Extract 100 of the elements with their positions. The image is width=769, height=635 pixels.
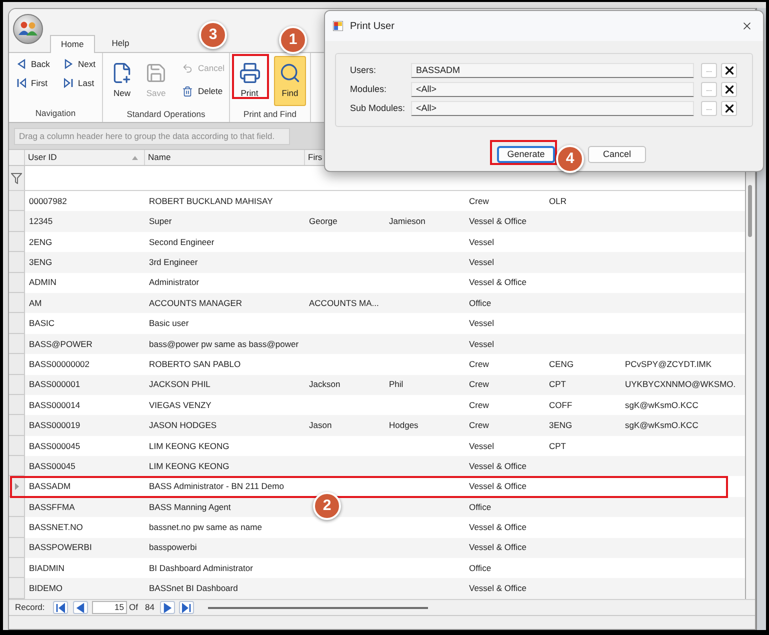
dialog-button[interactable]: Cancel (588, 146, 646, 163)
clear-button[interactable] (721, 101, 737, 116)
clear-button[interactable] (721, 82, 737, 97)
table-row[interactable]: ADMIN Administrator Vessel & Office (9, 272, 745, 293)
dialog-button[interactable]: Generate (497, 146, 555, 163)
row-indicator[interactable] (9, 456, 25, 476)
scrollbar-thumb[interactable] (748, 185, 752, 237)
record-total: 84 (144, 601, 154, 614)
ribbon-button[interactable]: Delete (180, 82, 226, 100)
table-cell: BIDEMO (29, 582, 63, 595)
table-cell: COFF (549, 398, 572, 412)
x-mark-icon (722, 83, 736, 96)
nav-button[interactable] (160, 601, 176, 614)
table-cell: 2ENG (29, 236, 52, 248)
table-cell: ROBERTO SAN PABLO (149, 358, 241, 371)
input-field[interactable]: <All> (411, 101, 694, 116)
column-header[interactable]: Firs (305, 150, 324, 165)
table-cell: Vessel (469, 338, 494, 350)
table-cell: Crew (469, 378, 489, 392)
undo-icon (182, 62, 193, 74)
table-row[interactable]: 00007982 ROBERT BUCKLAND MAHISAY Crew OLR (9, 191, 745, 212)
horizontal-scrollbar[interactable] (208, 606, 428, 608)
table-row[interactable]: BIADMIN BI Dashboard Administrator Office (9, 558, 745, 578)
table-cell: JASON HODGES (149, 419, 217, 432)
table-row[interactable]: BASSPOWERBI basspowerbi Vessel & Office (9, 538, 745, 558)
table-row[interactable]: BASS000019 JASON HODGES Jason Hodges Crew 3ENG sgK@wKsmO.KCC (9, 415, 745, 436)
input-field[interactable]: BASSADM (411, 63, 694, 78)
column-header[interactable]: User ID (25, 150, 144, 165)
ribbon-button[interactable]: Back (15, 55, 62, 73)
table-row[interactable]: BIDEMO BASSnet BI Dashboard Vessel & Office (9, 578, 745, 599)
nav-button[interactable] (179, 601, 194, 614)
x-mark-icon (722, 102, 736, 115)
printer-icon (238, 62, 260, 84)
ribbon-group-label: Standard Operations (126, 108, 206, 120)
table-row[interactable]: BASS000045 LIM KEONG KEONG Vessel CPT (9, 436, 745, 456)
table-cell: 00007982 (29, 194, 67, 208)
table-cell: Crew (469, 398, 489, 412)
ribbon-button[interactable]: Print (233, 56, 266, 106)
ribbon-tab[interactable]: Help (100, 34, 140, 52)
table-cell: Hodges (389, 419, 418, 432)
table-cell: Jason (309, 419, 332, 432)
column-header[interactable]: Name (145, 150, 304, 165)
ribbon-button[interactable]: Find (274, 56, 306, 106)
close-icon (741, 20, 753, 32)
table-cell: VIEGAS VENZY (149, 398, 212, 412)
sort-ascending-icon (132, 156, 138, 160)
table-cell: ACCOUNTS MA... (309, 296, 379, 310)
table-cell: Office (469, 562, 492, 575)
table-cell: Vessel (469, 317, 494, 330)
triangle-left-icon (76, 602, 85, 612)
table-cell: BASSNET.NO (29, 521, 83, 534)
table-cell: bassnet.no pw same as name (149, 521, 262, 534)
ribbon-group-label: Navigation (35, 107, 76, 120)
close-button[interactable] (741, 20, 753, 32)
table-cell: George (309, 215, 338, 228)
new-document-icon (111, 62, 133, 84)
row-indicator[interactable] (9, 496, 25, 518)
table-cell: BASS Administrator - BN 211 Demo (149, 480, 284, 494)
nav-button[interactable] (53, 601, 68, 614)
table-cell: BASS@POWER (29, 338, 92, 350)
table-cell: sgK@wKsmO.KCC (625, 419, 698, 432)
table-cell: BASS000019 (29, 419, 80, 432)
field-label: Sub Modules: (350, 102, 406, 115)
ribbon-button[interactable]: Next (62, 55, 102, 73)
table-row[interactable]: BASS000001 JACKSON PHIL Jackson Phil Crew CPT UYKBYCXNNMO@WKSMO. (9, 374, 745, 395)
table-cell: PCvSPY@ZCYDT.IMK (625, 358, 712, 371)
table-row[interactable]: BASS000014 VIEGAS VENZY Crew COFF sgK@wKsmO.KCC (9, 394, 745, 416)
table-cell: BASS Manning Agent (149, 500, 231, 514)
x-mark-icon (722, 64, 736, 77)
table-cell: CPT (549, 440, 566, 452)
table-cell: ACCOUNTS MANAGER (149, 296, 242, 310)
table-row[interactable]: 3ENG 3rd Engineer Vessel (9, 252, 745, 273)
table-cell: BIADMIN (29, 562, 64, 575)
table-cell: Office (469, 500, 492, 514)
row-pointer-icon (14, 482, 18, 490)
ribbon-button[interactable]: New (108, 56, 136, 106)
record-field[interactable]: 15 (92, 601, 127, 614)
table-row[interactable]: BASS00045 LIM KEONG KEONG Vessel & Office (9, 456, 745, 476)
ribbon-button[interactable]: Last (62, 74, 102, 92)
nav-button[interactable] (73, 601, 88, 614)
table-row[interactable]: 12345 Super George Jamieson Vessel & Office (9, 211, 745, 232)
table-cell: Vessel & Office (469, 480, 526, 494)
table-cell: BASS000045 (29, 440, 80, 452)
table-cell: Vessel & Office (469, 215, 526, 228)
clear-button[interactable] (721, 63, 737, 78)
table-row[interactable]: BASS@POWER bass@power pw same as bass@power Vessel (9, 334, 745, 354)
highlight-frame (490, 140, 557, 165)
table-cell: UYKBYCXNNMO@WKSMO. (625, 378, 736, 392)
table-cell: BASSADM (29, 480, 71, 494)
table-cell: Vessel & Office (469, 276, 526, 290)
table-cell: LIM KEONG KEONG (149, 440, 230, 452)
skip-first-icon (17, 78, 26, 88)
triangle-left-icon (17, 59, 26, 69)
ribbon-button[interactable]: First (15, 74, 62, 92)
table-row[interactable]: AM ACCOUNTS MANAGER ACCOUNTS MA... Office (9, 292, 745, 314)
table-cell: Vessel & Office (469, 521, 526, 534)
ribbon-tab[interactable]: Home (50, 35, 95, 53)
app-orb-icon (13, 14, 43, 44)
input-field[interactable]: <All> (411, 82, 694, 97)
search-icon (279, 62, 301, 84)
